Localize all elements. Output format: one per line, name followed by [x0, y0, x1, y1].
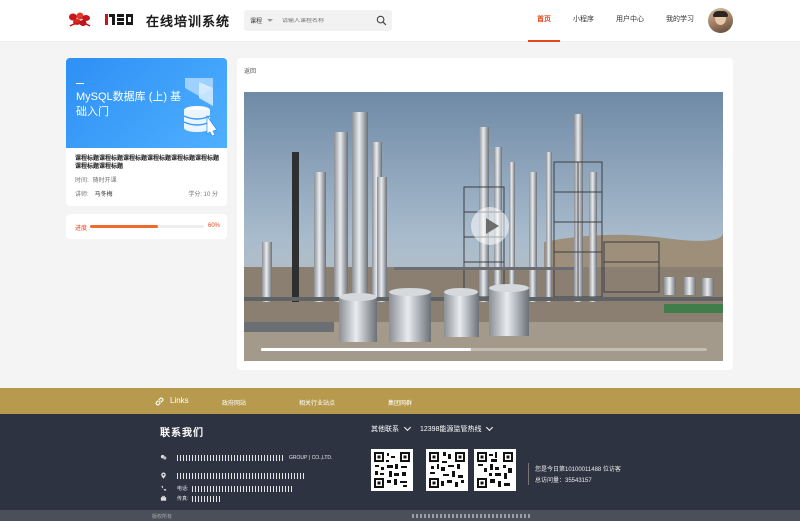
course-time: 时间: 随时开课 — [75, 175, 117, 184]
company-name-en: GROUP ) CO.,LTD. — [289, 454, 333, 461]
chevron-down-icon — [267, 19, 274, 22]
site-title: 在线培训系统 — [146, 14, 231, 29]
fax-label: 传真: — [177, 496, 189, 502]
other-contact-label: 其他联系 — [371, 426, 399, 433]
play-icon[interactable] — [471, 207, 509, 245]
top-header: 在线培训系统 课程 首页 小程序 用户中心 我的学习 — [0, 0, 800, 42]
nav-mini-program[interactable]: 小程序 — [564, 0, 603, 42]
course-cover-title: MySQL数据库 (上) 基础入门 — [76, 91, 182, 118]
fax-icon — [160, 495, 167, 501]
course-time-label: 时间: — [75, 178, 89, 184]
course-time-value: 随时开课 — [92, 178, 117, 184]
fax-scribble — [192, 495, 223, 502]
links-title: Links — [170, 396, 189, 405]
other-contact-menu[interactable]: 其他联系 12398能源监管热线 — [371, 423, 502, 434]
qr-code-icon — [428, 451, 466, 489]
chevron-down-icon — [403, 423, 412, 432]
qr-code-icon — [476, 451, 514, 489]
footer: 联系我们 GROUP ) CO.,LTD. 电话: 传真: 其他联系 12398… — [0, 414, 800, 521]
back-link[interactable]: 返回 — [244, 66, 256, 75]
avatar[interactable] — [708, 8, 733, 33]
company-name-scribble — [177, 454, 285, 461]
location-icon — [161, 472, 166, 479]
link-group-sites[interactable]: 集团网群 — [388, 398, 412, 407]
visits-today: 您是今日第10100011488 位访客 — [535, 467, 621, 473]
main-nav: 首页 小程序 用户中心 我的学习 — [528, 0, 703, 42]
copyright-bar: 版权所有 — [0, 510, 800, 521]
link-icon — [155, 397, 164, 406]
contact-company: GROUP ) CO.,LTD. — [160, 454, 332, 461]
nav-user-center[interactable]: 用户中心 — [607, 0, 653, 42]
brand-wordmark — [104, 11, 134, 30]
chevron-down-icon — [486, 423, 494, 432]
search-icon[interactable] — [376, 15, 387, 26]
link-industry-sites[interactable]: 相关行业站点 — [299, 398, 335, 407]
course-credit: 学分: 10 分 — [188, 192, 218, 198]
search-bar: 课程 — [244, 10, 392, 31]
phone-icon — [161, 485, 167, 491]
company-logo-icon — [160, 454, 167, 460]
course-teacher-label: 讲师: — [75, 192, 89, 198]
main-panel: 返回 — [237, 58, 733, 370]
course-card: MySQL数据库 (上) 基础入门 课程标题课程标题课程标题课程标题课程标题课程… — [66, 58, 227, 206]
search-category-select[interactable]: 课程 — [244, 16, 274, 25]
qr-code-3 — [474, 449, 516, 491]
search-input[interactable] — [282, 17, 370, 24]
link-gov-site[interactable]: 政府网站 — [222, 398, 246, 407]
phone-scribble — [192, 485, 293, 492]
database-icon — [183, 78, 218, 136]
course-teacher-value: 马冬梅 — [94, 192, 113, 198]
qr-code-icon — [373, 451, 411, 489]
contact-phone: 电话: — [160, 485, 293, 492]
course-teacher: 讲师: 马冬梅 — [75, 189, 113, 198]
visit-divider — [528, 463, 529, 485]
qr-code-2 — [426, 449, 468, 491]
hotline-label: 12398能源监管热线 — [420, 426, 482, 433]
phone-label: 电话: — [177, 486, 189, 492]
brand-flower-icon — [66, 12, 94, 30]
progress-track — [90, 225, 204, 228]
progress-value: 60% — [207, 223, 220, 229]
links-bar: Links 政府网站 相关行业站点 集团网群 — [0, 388, 800, 414]
copyright-scribble — [412, 514, 532, 518]
progress-label: 进度 — [75, 226, 88, 232]
contact-fax: 传真: — [160, 495, 223, 502]
progress-fill — [90, 225, 159, 228]
video-player[interactable] — [244, 92, 723, 361]
qr-code-1 — [371, 449, 413, 491]
cover-dash — [76, 83, 84, 84]
search-category-label: 课程 — [250, 19, 263, 25]
contact-address — [160, 472, 305, 479]
nav-home[interactable]: 首页 — [528, 0, 560, 42]
nav-my-learning[interactable]: 我的学习 — [657, 0, 703, 42]
course-name[interactable]: 课程标题课程标题课程标题课程标题课程标题课程标题课程标题课程标题 — [75, 155, 223, 171]
course-cover: MySQL数据库 (上) 基础入门 — [66, 58, 227, 148]
copyright-text: 版权所有 — [152, 514, 173, 520]
contact-title: 联系我们 — [160, 428, 204, 439]
video-progress-fill — [261, 348, 471, 351]
address-scribble — [177, 472, 305, 479]
video-progress-bar[interactable] — [261, 348, 707, 351]
logo[interactable]: 在线培训系统 — [66, 11, 230, 30]
visits-total: 总访问量：35543157 — [535, 478, 592, 484]
progress-card: 进度 60% — [66, 214, 227, 239]
